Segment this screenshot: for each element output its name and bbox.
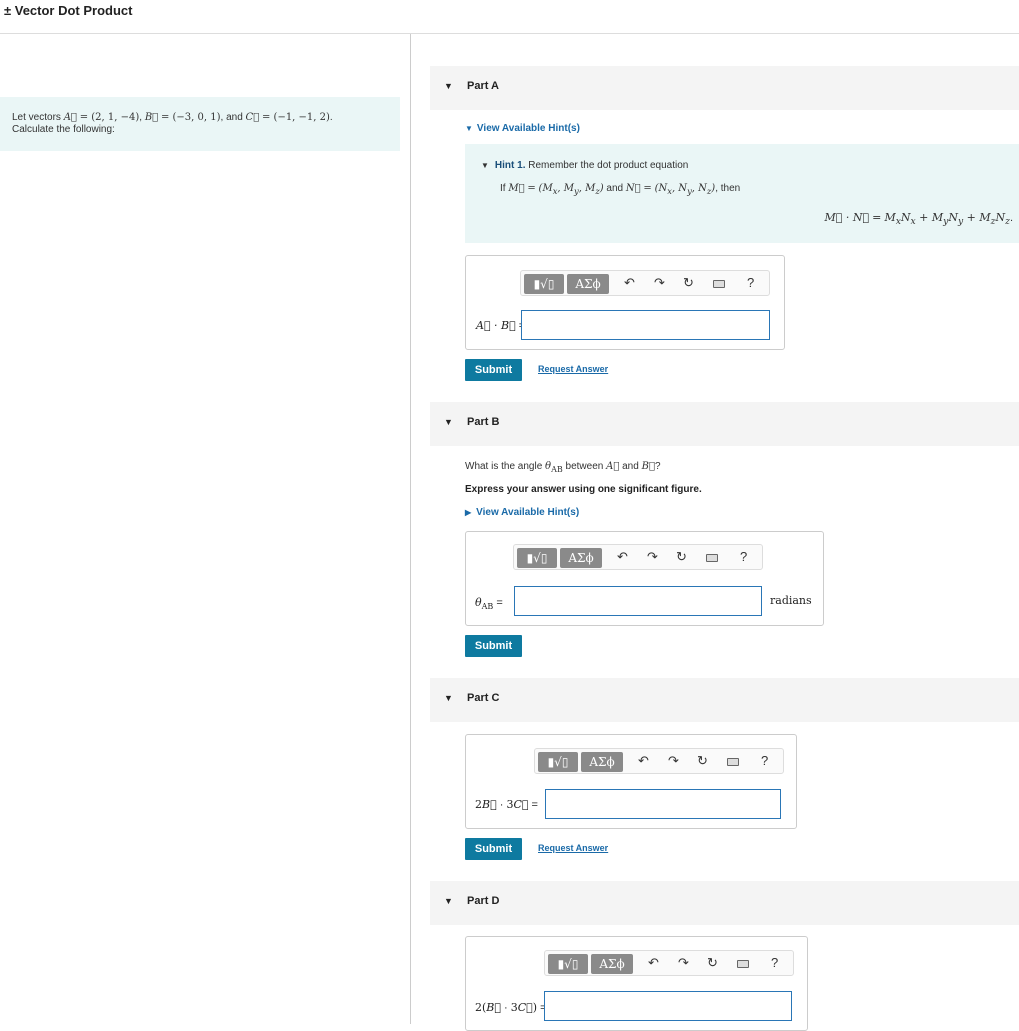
part-c-header[interactable]: ▼ Part C xyxy=(430,678,1019,722)
answer-box-c: ▮√▯ ΑΣϕ ↶ ↷ ↻ ? 2B⃗ · 3C⃗ = xyxy=(465,734,797,829)
math-toolbar-b: ▮√▯ ΑΣϕ ↶ ↷ ↻ ? xyxy=(513,544,763,570)
hint-heading[interactable]: ▼ Hint 1. Remember the dot product equati… xyxy=(481,160,688,171)
submit-button-c[interactable]: Submit xyxy=(465,838,522,860)
hint-toggle-icon: ▼ xyxy=(465,124,473,133)
greek-symbols-button[interactable]: ΑΣϕ xyxy=(581,752,623,772)
answer-input-c[interactable] xyxy=(545,789,781,819)
reset-icon[interactable]: ↻ xyxy=(697,754,708,768)
keyboard-icon[interactable] xyxy=(727,758,739,766)
redo-icon[interactable]: ↷ xyxy=(678,956,689,970)
collapse-triangle-icon[interactable]: ▼ xyxy=(444,896,453,906)
part-d-label: Part D xyxy=(467,895,500,907)
hint-expand-icon: ▶ xyxy=(465,508,472,517)
hint-box: ▼ Hint 1. Remember the dot product equati… xyxy=(465,144,1019,243)
variable-label-c: 2B⃗ · 3C⃗ = xyxy=(475,798,538,811)
undo-icon[interactable]: ↶ xyxy=(648,956,659,970)
page-title: ± Vector Dot Product xyxy=(4,3,133,18)
undo-icon[interactable]: ↶ xyxy=(624,276,635,290)
math-toolbar-d: ▮√▯ ΑΣϕ ↶ ↷ ↻ ? xyxy=(544,950,794,976)
templates-button[interactable]: ▮√▯ xyxy=(517,548,557,568)
greek-symbols-button[interactable]: ΑΣϕ xyxy=(591,954,633,974)
part-d-header[interactable]: ▼ Part D xyxy=(430,881,1019,925)
greek-symbols-button[interactable]: ΑΣϕ xyxy=(560,548,602,568)
problem-instruction: Calculate the following: xyxy=(12,124,115,135)
collapse-triangle-icon[interactable]: ▼ xyxy=(444,417,453,427)
answer-box-a: ▮√▯ ΑΣϕ ↶ ↷ ↻ ? A⃗ · B⃗ = xyxy=(465,255,785,350)
collapse-triangle-icon[interactable]: ▼ xyxy=(444,693,453,703)
variable-label-b: θAB = xyxy=(475,596,503,612)
templates-button[interactable]: ▮√▯ xyxy=(548,954,588,974)
request-answer-link-a[interactable]: Request Answer xyxy=(538,364,608,374)
answer-box-b: ▮√▯ ΑΣϕ ↶ ↷ ↻ ? θAB = radians xyxy=(465,531,824,626)
answer-input-d[interactable] xyxy=(544,991,792,1021)
part-a-label: Part A xyxy=(467,80,499,92)
math-toolbar-a: ▮√▯ ΑΣϕ ↶ ↷ ↻ ? xyxy=(520,270,770,296)
answer-input-b[interactable] xyxy=(514,586,762,616)
help-icon[interactable]: ? xyxy=(771,956,778,970)
redo-icon[interactable]: ↷ xyxy=(668,754,679,768)
hint-definition: If M⃗ = (Mx, My, Mz) and N⃗ = (Nx, Ny, N… xyxy=(500,183,741,196)
keyboard-icon[interactable] xyxy=(737,960,749,968)
submit-button-b[interactable]: Submit xyxy=(465,635,522,657)
part-c-label: Part C xyxy=(467,692,500,704)
keyboard-icon[interactable] xyxy=(713,280,725,288)
view-hints-link-b[interactable]: ▶ View Available Hint(s) xyxy=(465,507,579,518)
reset-icon[interactable]: ↻ xyxy=(676,550,687,564)
variable-label-d: 2(B⃗ · 3C⃗) = xyxy=(475,1001,547,1014)
keyboard-icon[interactable] xyxy=(706,554,718,562)
problem-vectors: Let vectors A⃗ = (2, 1, −4), B⃗ = (−3, 0… xyxy=(12,112,333,123)
header-divider xyxy=(0,33,1019,34)
submit-button-a[interactable]: Submit xyxy=(465,359,522,381)
part-b-instruction: Express your answer using one significan… xyxy=(465,484,702,495)
hint-formula: M⃗ · N⃗ = MxNx + MyNy + MzNz. xyxy=(824,211,1013,228)
reset-icon[interactable]: ↻ xyxy=(683,276,694,290)
undo-icon[interactable]: ↶ xyxy=(638,754,649,768)
answer-box-d: ▮√▯ ΑΣϕ ↶ ↷ ↻ ? 2(B⃗ · 3C⃗) = xyxy=(465,936,808,1031)
templates-button[interactable]: ▮√▯ xyxy=(538,752,578,772)
math-toolbar-c: ▮√▯ ΑΣϕ ↶ ↷ ↻ ? xyxy=(534,748,784,774)
help-icon[interactable]: ? xyxy=(761,754,768,768)
greek-symbols-button[interactable]: ΑΣϕ xyxy=(567,274,609,294)
part-b-header[interactable]: ▼ Part B xyxy=(430,402,1019,446)
templates-button[interactable]: ▮√▯ xyxy=(524,274,564,294)
help-icon[interactable]: ? xyxy=(740,550,747,564)
column-divider xyxy=(410,34,411,1024)
answer-input-a[interactable] xyxy=(521,310,770,340)
request-answer-link-c[interactable]: Request Answer xyxy=(538,843,608,853)
help-icon[interactable]: ? xyxy=(747,276,754,290)
reset-icon[interactable]: ↻ xyxy=(707,956,718,970)
unit-label: radians xyxy=(770,594,812,607)
collapse-triangle-icon[interactable]: ▼ xyxy=(444,81,453,91)
part-a-header[interactable]: ▼ Part A xyxy=(430,66,1019,110)
part-b-question: What is the angle θAB between A⃗ and B⃗? xyxy=(465,461,661,474)
redo-icon[interactable]: ↷ xyxy=(654,276,665,290)
variable-label-a: A⃗ · B⃗ = xyxy=(476,319,525,332)
view-hints-link-a[interactable]: ▼ View Available Hint(s) xyxy=(465,123,580,134)
problem-statement: Let vectors A⃗ = (2, 1, −4), B⃗ = (−3, 0… xyxy=(0,97,400,151)
redo-icon[interactable]: ↷ xyxy=(647,550,658,564)
hint-collapse-icon: ▼ xyxy=(481,161,489,170)
undo-icon[interactable]: ↶ xyxy=(617,550,628,564)
part-b-label: Part B xyxy=(467,416,500,428)
